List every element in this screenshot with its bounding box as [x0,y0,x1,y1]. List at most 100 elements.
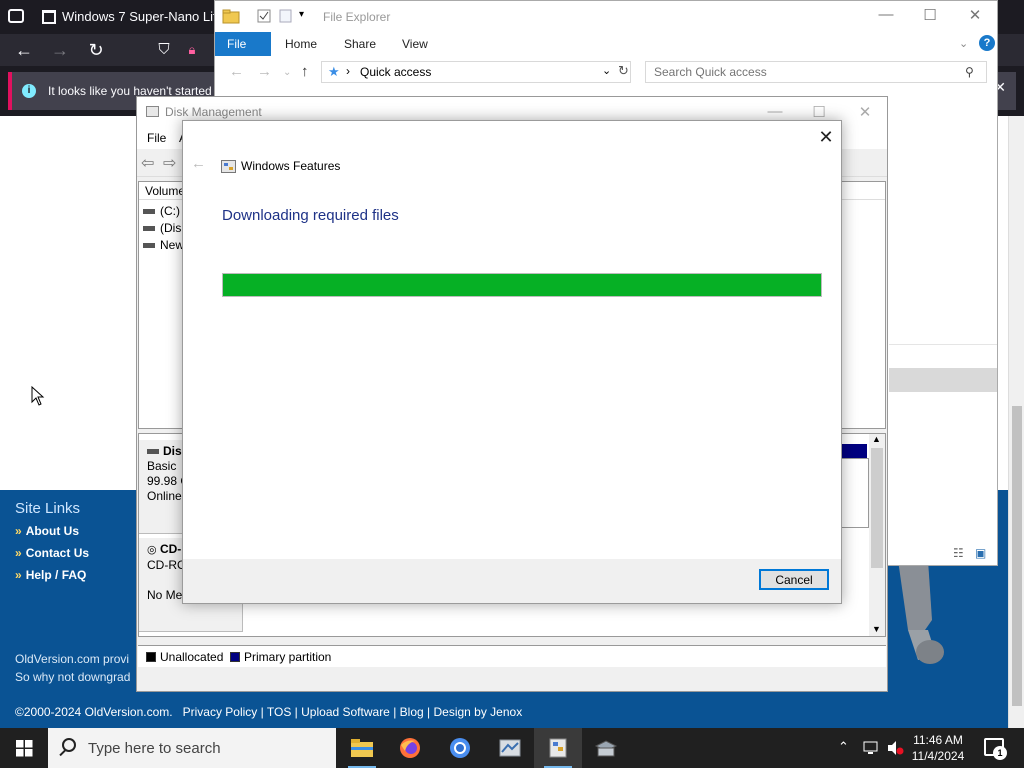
search-icon: ⚲ [965,65,974,79]
disk-icon [147,449,159,455]
forward-icon[interactable]: → [257,63,272,80]
footer-copyright: ©2000-2024 OldVersion.com. Privacy Polic… [15,705,523,719]
minimize-icon[interactable]: — [876,6,896,23]
back-icon[interactable]: ← [229,63,244,80]
search-icon [62,738,76,752]
footer-link-about[interactable]: » About Us [15,524,79,538]
file-explorer-icon[interactable] [338,728,386,768]
tab-list-icon[interactable] [8,9,24,23]
system-clock[interactable]: 11:46 AM 11/4/2024 [900,732,976,764]
taskbar-search[interactable]: Type here to search [48,728,336,768]
unallocated-swatch [146,652,156,662]
footer-text-line: So why not downgrad [15,670,131,684]
volume-row[interactable]: (Disk [143,221,187,235]
star-icon: ★ [328,64,340,79]
forward-icon[interactable]: → [48,38,72,62]
privacy-link[interactable]: Privacy Policy [183,705,258,719]
show-hidden-icons-icon[interactable]: ⌃ [838,739,849,768]
network-icon[interactable] [862,740,880,768]
up-icon[interactable]: ↑ [301,63,309,80]
tab-view[interactable]: View [390,32,440,56]
progress-fill [223,274,821,296]
windows-features-icon[interactable] [534,728,582,768]
back-icon[interactable]: ← [12,38,36,62]
clock-date: 11/4/2024 [911,749,965,763]
close-icon[interactable]: ✕ [855,103,875,121]
primary-swatch [230,652,240,662]
selected-row[interactable] [889,368,997,392]
large-icons-view-icon[interactable]: ▣ [975,546,986,560]
tab-share[interactable]: Share [332,32,388,56]
page-scrollbar-thumb[interactable] [1012,406,1022,706]
file-explorer-title: File Explorer [323,10,391,24]
mascot-figure-icon [898,560,944,664]
close-icon[interactable]: ✕ [815,125,837,149]
installer-icon[interactable] [582,728,630,768]
firefox-icon[interactable] [386,728,434,768]
minimize-icon[interactable]: — [765,103,785,120]
lock-icon[interactable]: 🔒︎ [180,38,204,62]
design-link[interactable]: Design by Jenox [433,705,522,719]
volume-row[interactable]: (C:) [143,204,180,218]
properties-icon[interactable] [257,9,271,23]
quick-access-dropdown-icon[interactable]: ▾ [299,9,304,20]
tab-file[interactable]: File [215,32,271,56]
tos-link[interactable]: TOS [267,705,291,719]
scroll-down-icon[interactable]: ▼ [872,624,881,634]
upload-link[interactable]: Upload Software [301,705,390,719]
volume-row[interactable]: New [143,238,184,252]
site-favicon-icon [42,10,56,24]
expand-ribbon-icon[interactable]: ⌄ [959,37,968,50]
windows-logo-icon [16,740,33,757]
address-box[interactable]: ★ › Quick access ⌄ ↻ [321,61,631,83]
disk-scrollbar[interactable]: ▲ ▼ [869,434,885,636]
refresh-icon[interactable]: ↻ [618,63,629,79]
page-scrollbar[interactable] [1008,116,1024,728]
blog-link[interactable]: Blog [400,705,424,719]
disk-scrollbar-thumb[interactable] [871,448,883,568]
new-folder-icon[interactable] [279,9,293,23]
scroll-up-icon[interactable]: ▲ [872,434,881,444]
tab-home[interactable]: Home [273,32,329,56]
maximize-icon[interactable]: ☐ [920,6,940,24]
maximize-icon[interactable]: ☐ [809,103,829,121]
cancel-button[interactable]: Cancel [759,569,829,590]
back-icon[interactable]: ← [191,155,209,175]
search-placeholder: Type here to search [88,740,221,757]
menu-file[interactable]: File [147,131,166,145]
disk-management-title: Disk Management [165,105,262,119]
start-button[interactable] [0,728,48,768]
back-arrow-icon[interactable]: ⇦ [141,153,154,173]
footer-link-contact[interactable]: » Contact Us [15,546,89,560]
footer-link-help[interactable]: » Help / FAQ [15,568,86,582]
chevron-down-icon[interactable]: ⌄ [602,64,611,77]
mouse-cursor-icon [31,386,45,406]
notification-center-icon[interactable]: 1 [984,738,1007,760]
forward-arrow-icon[interactable]: ⇨ [163,153,176,173]
search-input[interactable] [645,61,987,83]
close-icon[interactable]: ✕ [965,6,985,24]
info-icon: i [22,84,36,98]
windows-features-dialog: ✕ ← Windows Features Downloading require… [182,120,842,604]
recent-locations-icon[interactable]: ⌄ [283,67,291,78]
site-links-heading: Site Links [15,500,81,517]
file-explorer-titlebar[interactable]: ▾ File Explorer — ☐ ✕ [215,1,997,32]
shield-icon[interactable]: ⛉ [152,38,176,62]
reload-icon[interactable]: ↻ [84,38,108,62]
clock-time: 11:46 AM [913,733,963,747]
cd-icon: ◎ [147,544,157,556]
browser-tab[interactable]: Windows 7 Super-Nano Lite [34,2,224,32]
chevron-right-icon: › [346,64,350,78]
ribbon-tabs: File Home Share View [215,32,997,56]
partition-block[interactable] [839,458,869,528]
address-bar-row: ← → ⌄ ↑ ★ › Quick access ⌄ ↻ ⚲ [215,59,997,87]
drive-icon [143,209,155,215]
details-view-icon[interactable]: ☷ [953,546,964,560]
help-icon[interactable]: ? [979,35,995,51]
mail-app-icon[interactable] [486,728,534,768]
folder-icon [222,9,240,24]
disk-management-icon [146,106,159,117]
windows-features-icon [221,160,236,173]
chrome-icon[interactable] [436,728,484,768]
drive-icon [143,243,155,249]
